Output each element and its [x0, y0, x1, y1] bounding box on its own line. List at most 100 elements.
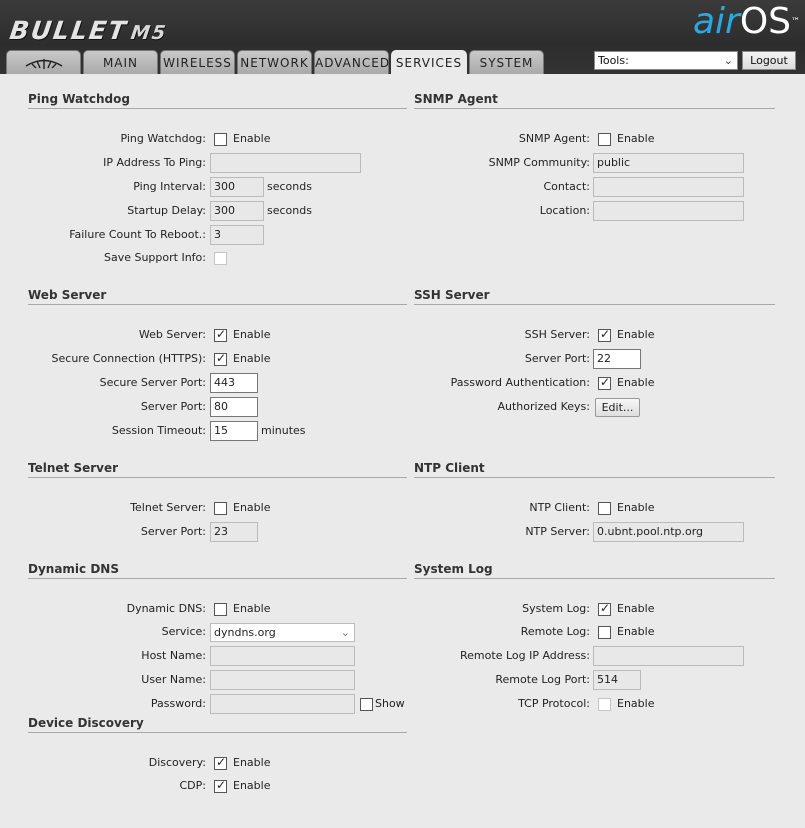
ping-interval-input[interactable]: 300 — [210, 177, 264, 197]
show-password-checkbox[interactable] — [360, 698, 373, 711]
remote-log-ip-input[interactable] — [593, 646, 744, 666]
ping-ip-label: IP Address To Ping: — [103, 156, 206, 169]
tab-system[interactable]: SYSTEM — [469, 50, 544, 74]
cdp-checkbox[interactable]: ✓ — [214, 778, 227, 793]
password-auth-enable-label: Enable — [617, 376, 655, 389]
https-label: Secure Connection (HTTPS): — [51, 352, 206, 365]
checkmark-icon: ✓ — [216, 778, 227, 792]
dynamic-dns-heading: Dynamic DNS — [28, 562, 407, 579]
cdp-enable-label: Enable — [233, 779, 271, 792]
checkmark-icon: ✓ — [600, 601, 611, 615]
logout-button[interactable]: Logout — [742, 51, 796, 70]
password-auth-checkbox[interactable]: ✓ — [598, 375, 611, 390]
system-log-checkbox[interactable]: ✓ — [598, 601, 611, 616]
system-log-label: System Log: — [522, 602, 590, 615]
web-server-checkbox[interactable]: ✓ — [214, 327, 227, 342]
tab-services[interactable]: SERVICES — [391, 50, 467, 75]
save-support-info-checkbox[interactable] — [214, 252, 227, 265]
secure-port-input[interactable]: 443 — [210, 373, 258, 393]
system-log-heading: System Log — [414, 562, 775, 579]
ntp-server-label: NTP Server: — [525, 525, 590, 538]
tab-logo[interactable] — [6, 50, 81, 74]
web-server-label: Web Server: — [138, 328, 206, 341]
startup-delay-label: Startup Delay: — [127, 204, 206, 217]
ntp-server-input[interactable]: 0.ubnt.pool.ntp.org — [593, 522, 744, 542]
ubiquiti-logo-icon — [25, 58, 62, 69]
web-server-enable-label: Enable — [233, 328, 271, 341]
secure-port-label: Secure Server Port: — [99, 376, 206, 389]
remote-log-label: Remote Log: — [520, 625, 590, 638]
airos-logo: airOS ™ — [692, 1, 800, 42]
ddns-service-label: Service: — [161, 625, 206, 638]
snmp-agent-checkbox[interactable] — [598, 133, 611, 146]
edit-keys-button[interactable]: Edit... — [595, 398, 640, 417]
tab-advanced[interactable]: ADVANCED — [314, 50, 389, 74]
snmp-community-input[interactable]: public — [593, 153, 744, 173]
save-support-info-label: Save Support Info: — [103, 251, 206, 264]
snmp-location-label: Location: — [539, 204, 590, 217]
https-checkbox[interactable]: ✓ — [214, 351, 227, 366]
startup-delay-input[interactable]: 300 — [210, 201, 264, 221]
discovery-checkbox[interactable]: ✓ — [214, 755, 227, 770]
failure-count-label: Failure Count To Reboot.: — [69, 228, 206, 241]
snmp-agent-label: SNMP Agent: — [518, 132, 590, 145]
tab-network[interactable]: NETWORK — [237, 50, 312, 74]
dynamic-dns-enable-label: Enable — [233, 602, 271, 615]
cdp-label: CDP: — [179, 779, 207, 792]
dynamic-dns-label: Dynamic DNS: — [126, 602, 206, 615]
snmp-contact-input[interactable] — [593, 177, 744, 197]
remote-log-port-input[interactable]: 514 — [593, 670, 641, 690]
telnet-server-heading: Telnet Server — [28, 461, 407, 478]
chevron-down-icon: ⌄ — [723, 54, 733, 67]
failure-count-input[interactable]: 3 — [210, 225, 264, 245]
tab-wireless[interactable]: WIRELESS — [160, 50, 235, 74]
tab-main[interactable]: MAIN — [83, 50, 158, 74]
session-timeout-input[interactable]: 15 — [210, 421, 258, 441]
checkmark-icon: ✓ — [216, 327, 227, 341]
discovery-label: Discovery: — [148, 756, 206, 769]
ddns-user-input[interactable] — [210, 670, 355, 690]
ping-watchdog-enable-label: Enable — [233, 132, 271, 145]
snmp-agent-heading: SNMP Agent — [414, 92, 775, 109]
device-discovery-heading: Device Discovery — [28, 716, 407, 733]
ping-ip-input[interactable] — [210, 153, 361, 173]
https-enable-label: Enable — [233, 352, 271, 365]
telnet-server-enable-label: Enable — [233, 501, 271, 514]
remote-log-enable-label: Enable — [617, 625, 655, 638]
remote-log-checkbox[interactable] — [598, 626, 611, 639]
password-auth-label: Password Authentication: — [450, 376, 590, 389]
authorized-keys-label: Authorized Keys: — [497, 400, 591, 413]
show-password-label: Show — [375, 697, 405, 710]
ssh-server-heading: SSH Server — [414, 288, 775, 305]
snmp-location-input[interactable] — [593, 201, 744, 221]
telnet-port-input[interactable]: 23 — [210, 522, 258, 542]
checkmark-icon: ✓ — [216, 755, 227, 769]
web-port-label: Server Port: — [140, 400, 206, 413]
device-model: M5 — [129, 22, 169, 44]
ddns-password-input[interactable] — [210, 694, 355, 714]
ntp-client-label: NTP Client: — [529, 501, 590, 514]
telnet-port-label: Server Port: — [140, 525, 206, 538]
web-port-input[interactable]: 80 — [210, 397, 258, 417]
dynamic-dns-checkbox[interactable] — [214, 603, 227, 616]
ssh-port-input[interactable]: 22 — [593, 349, 641, 369]
ping-watchdog-checkbox[interactable] — [214, 133, 227, 146]
ping-interval-unit: seconds — [267, 180, 312, 193]
ddns-host-input[interactable] — [210, 646, 355, 666]
ddns-service-select[interactable]: dyndns.org ⌄ — [210, 623, 355, 642]
ssh-server-enable-label: Enable — [617, 328, 655, 341]
ntp-client-checkbox[interactable] — [598, 502, 611, 515]
tools-select-value: Tools: — [598, 54, 629, 67]
ssh-server-checkbox[interactable]: ✓ — [598, 327, 611, 342]
session-timeout-unit: minutes — [261, 424, 306, 437]
ddns-user-label: User Name: — [141, 673, 206, 686]
tcp-protocol-checkbox[interactable] — [598, 698, 611, 711]
tcp-protocol-enable-label: Enable — [617, 697, 655, 710]
telnet-server-checkbox[interactable] — [214, 502, 227, 515]
ntp-client-enable-label: Enable — [617, 501, 655, 514]
discovery-enable-label: Enable — [233, 756, 271, 769]
ssh-server-label: SSH Server: — [524, 328, 590, 341]
startup-delay-unit: seconds — [267, 204, 312, 217]
tools-select[interactable]: Tools: ⌄ — [594, 51, 738, 70]
header-bar: BULLETM5 airOS ™ MAIN WIRELESS NETWORK AD… — [0, 0, 805, 75]
